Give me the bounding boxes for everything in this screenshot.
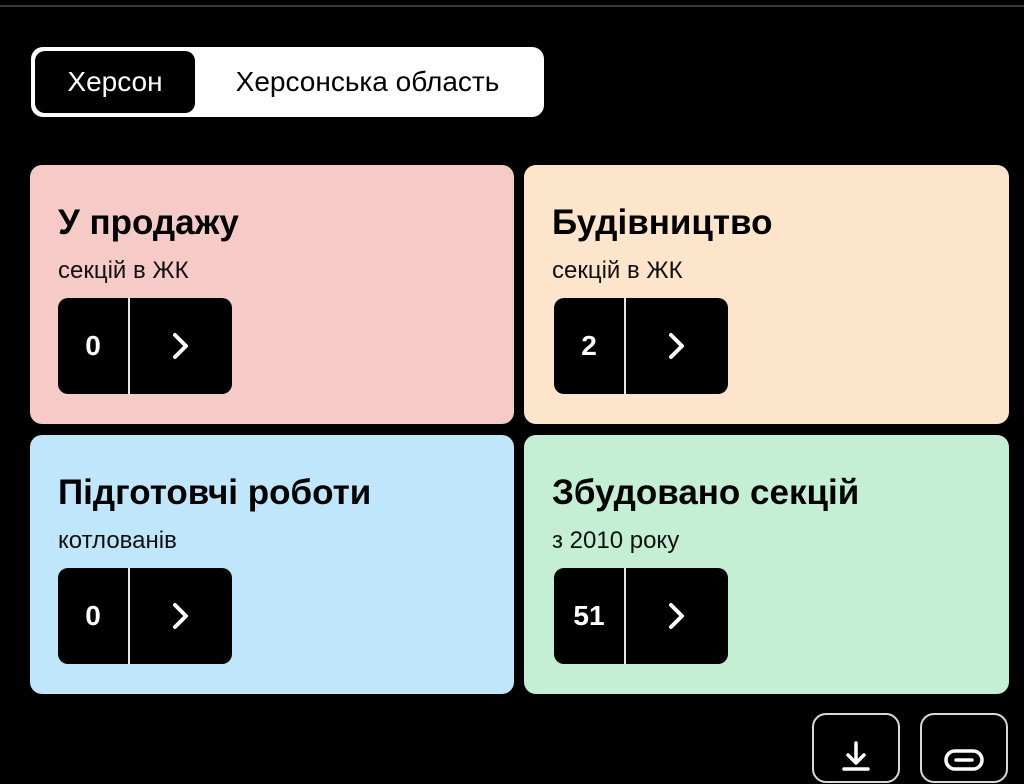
counter-button[interactable]: 0 bbox=[58, 298, 232, 394]
card-subtitle: секцій в ЖК bbox=[58, 257, 189, 284]
counter-value: 2 bbox=[554, 298, 626, 394]
copy-link-button[interactable] bbox=[920, 713, 1008, 783]
card-title: Збудовано секцій bbox=[552, 473, 860, 512]
top-border bbox=[0, 5, 1024, 7]
region-toggle: Херсон Херсонська область bbox=[31, 47, 544, 117]
counter-value: 51 bbox=[554, 568, 626, 664]
card-for-sale: У продажу секцій в ЖК 0 bbox=[30, 165, 514, 424]
chevron-right-icon[interactable] bbox=[626, 568, 728, 664]
card-built-sections: Збудовано секцій з 2010 року 51 bbox=[524, 435, 1009, 694]
chevron-right-icon[interactable] bbox=[130, 298, 232, 394]
counter-value: 0 bbox=[58, 298, 130, 394]
download-button[interactable] bbox=[812, 713, 900, 783]
card-subtitle: з 2010 року bbox=[552, 527, 680, 554]
card-construction: Будівництво секцій в ЖК 2 bbox=[524, 165, 1009, 424]
app-frame: Херсон Херсонська область У продажу секц… bbox=[0, 0, 1024, 783]
region-option-city[interactable]: Херсон bbox=[35, 51, 195, 113]
download-icon bbox=[839, 739, 873, 784]
region-option-oblast[interactable]: Херсонська область bbox=[195, 51, 540, 113]
counter-button[interactable]: 0 bbox=[58, 568, 232, 664]
chevron-right-icon[interactable] bbox=[130, 568, 232, 664]
link-icon bbox=[942, 739, 986, 784]
card-title: У продажу bbox=[58, 203, 239, 242]
card-title: Будівництво bbox=[552, 203, 773, 242]
card-subtitle: секцій в ЖК bbox=[552, 257, 683, 284]
chevron-right-icon[interactable] bbox=[626, 298, 728, 394]
counter-button[interactable]: 51 bbox=[554, 568, 728, 664]
counter-value: 0 bbox=[58, 568, 130, 664]
card-subtitle: котлованів bbox=[58, 527, 177, 554]
card-title: Підготовчі роботи bbox=[58, 473, 372, 512]
counter-button[interactable]: 2 bbox=[554, 298, 728, 394]
card-preparatory-works: Підготовчі роботи котлованів 0 bbox=[30, 435, 514, 694]
